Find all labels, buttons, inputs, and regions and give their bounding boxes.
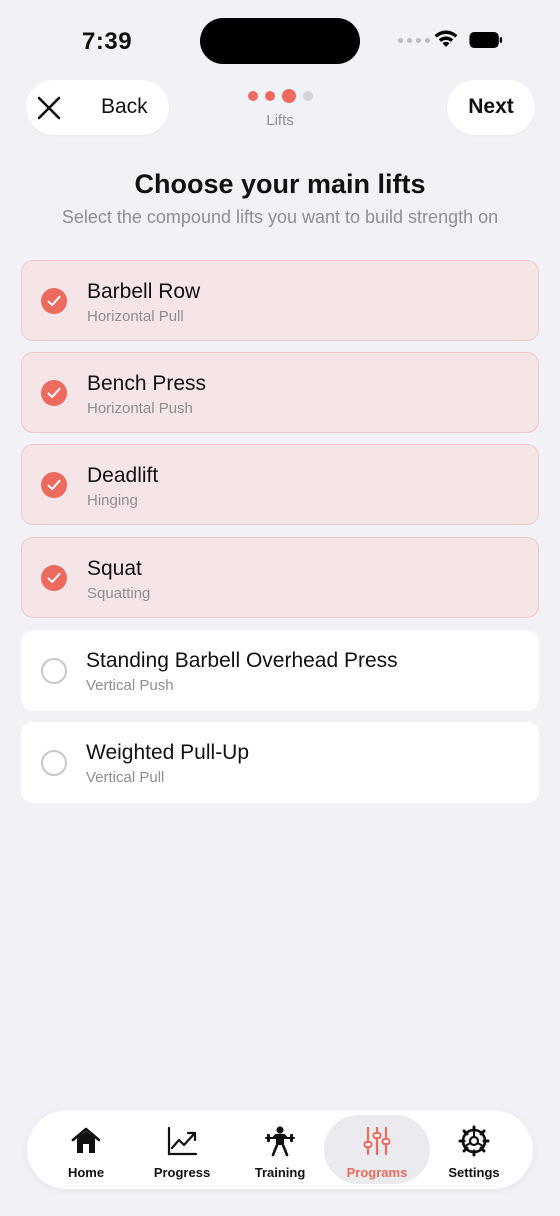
checkmark-circle-icon (41, 380, 67, 406)
lift-item-bench-press[interactable]: Bench Press Horizontal Push (21, 352, 539, 433)
checkmark-circle-icon (41, 288, 67, 314)
lift-item-barbell-row[interactable]: Barbell Row Horizontal Pull (21, 260, 539, 341)
status-time: 7:39 (82, 28, 133, 55)
weightlifter-icon (265, 1126, 295, 1157)
lift-name: Weighted Pull-Up (86, 741, 250, 764)
lift-item-deadlift[interactable]: Deadlift Hinging (21, 444, 539, 525)
empty-circle-icon (41, 750, 67, 776)
lift-name: Bench Press (87, 372, 207, 395)
lift-name: Barbell Row (87, 280, 201, 303)
tab-home[interactable]: Home (37, 1115, 135, 1184)
lift-category: Squatting (87, 585, 151, 602)
tab-label: Home (67, 1165, 105, 1180)
next-label: Next (468, 95, 514, 118)
tab-label: Programs (346, 1165, 408, 1180)
page-title: Choose your main lifts (134, 169, 426, 199)
tab-label: Settings (448, 1165, 500, 1180)
house-icon (71, 1127, 101, 1153)
back-label: Back (101, 95, 148, 118)
battery-icon (469, 31, 503, 49)
step-dot (303, 91, 313, 101)
lift-item-squat[interactable]: Squat Squatting (21, 537, 539, 618)
step-indicator (246, 89, 316, 103)
empty-circle-icon (41, 658, 67, 684)
tab-bar: Home Progress Training Programs Settings (27, 1110, 533, 1189)
step-label: Lifts (266, 112, 294, 129)
tab-settings[interactable]: Settings (425, 1115, 523, 1184)
lift-name: Deadlift (87, 464, 159, 487)
lift-category: Horizontal Push (87, 400, 193, 417)
step-dot (248, 91, 258, 101)
step-dot (265, 91, 275, 101)
lift-name: Standing Barbell Overhead Press (86, 649, 398, 672)
tab-programs[interactable]: Programs (324, 1115, 430, 1184)
tab-label: Progress (153, 1165, 211, 1180)
checkmark-circle-icon (41, 472, 67, 498)
step-dot-current (282, 89, 296, 103)
lift-category: Horizontal Pull (87, 308, 184, 325)
cellular-signal-icon (398, 38, 430, 43)
close-icon[interactable] (37, 96, 61, 120)
dynamic-island (200, 18, 360, 64)
checkmark-circle-icon (41, 565, 67, 591)
lift-name: Squat (87, 557, 142, 580)
tab-training[interactable]: Training (231, 1115, 329, 1184)
lift-item-weighted-pull-up[interactable]: Weighted Pull-Up Vertical Pull (21, 722, 539, 803)
lift-item-overhead-press[interactable]: Standing Barbell Overhead Press Vertical… (21, 630, 539, 711)
page-subtitle: Select the compound lifts you want to bu… (61, 207, 499, 227)
tab-progress[interactable]: Progress (133, 1115, 231, 1184)
back-button[interactable]: Back (26, 80, 169, 135)
sliders-icon (363, 1126, 391, 1156)
lift-category: Vertical Pull (86, 769, 165, 786)
wifi-icon (434, 30, 458, 47)
status-bar: 7:39 (0, 0, 560, 80)
lift-category: Vertical Push (86, 677, 174, 694)
tab-label: Training (254, 1165, 306, 1180)
gear-icon (458, 1125, 490, 1157)
next-button[interactable]: Next (447, 80, 535, 135)
lift-category: Hinging (87, 492, 138, 509)
chart-line-icon (167, 1126, 198, 1156)
